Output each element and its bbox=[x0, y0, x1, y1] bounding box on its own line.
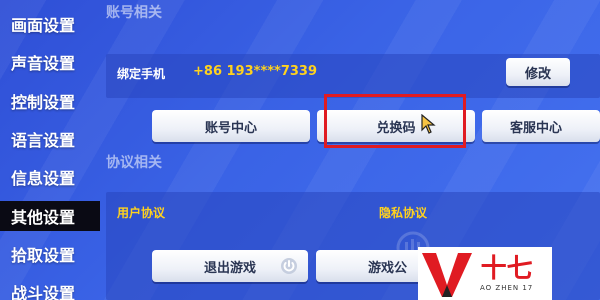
power-icon bbox=[281, 258, 297, 274]
sidebar-item-sound[interactable]: 声音设置 bbox=[0, 47, 100, 77]
sidebar-item-controls[interactable]: 控制设置 bbox=[0, 86, 100, 116]
privacy-agreement-link[interactable]: 隐私协议 bbox=[379, 204, 427, 221]
site-logo: 十七 AO ZHEN 17 bbox=[418, 247, 552, 300]
account-center-button[interactable]: 账号中心 bbox=[152, 110, 310, 142]
game-announcement-label: 游戏公 bbox=[368, 260, 408, 276]
account-section-title: 账号相关 bbox=[106, 5, 162, 21]
bind-phone-label: 绑定手机 bbox=[117, 67, 166, 81]
mouse-cursor-icon bbox=[421, 114, 436, 134]
sidebar-item-display[interactable]: 画面设置 bbox=[0, 9, 100, 39]
protocol-section-title: 协议相关 bbox=[106, 155, 162, 171]
game-announcement-button[interactable]: 游戏公 bbox=[316, 250, 426, 282]
redeem-code-button[interactable]: 兑换码 bbox=[317, 110, 475, 142]
sidebar-item-info[interactable]: 信息设置 bbox=[0, 162, 100, 192]
account-center-label: 账号中心 bbox=[204, 120, 257, 136]
customer-service-button[interactable]: 客服中心 bbox=[482, 110, 600, 142]
logo-english-text: AO ZHEN 17 bbox=[480, 283, 534, 292]
logo-chinese-text: 十七 bbox=[480, 253, 533, 284]
redeem-code-label: 兑换码 bbox=[376, 120, 416, 136]
modify-phone-button[interactable]: 修改 bbox=[506, 58, 570, 86]
sidebar-item-other[interactable]: 其他设置 bbox=[0, 201, 100, 231]
exit-game-button[interactable]: 退出游戏 bbox=[152, 250, 308, 282]
sidebar-item-pickup[interactable]: 拾取设置 bbox=[0, 239, 100, 269]
user-agreement-link[interactable]: 用户协议 bbox=[117, 204, 165, 221]
phone-number-value: +86 193****7339 bbox=[193, 64, 318, 79]
logo-v-mark-icon bbox=[422, 253, 472, 297]
settings-sidebar: 画面设置 声音设置 控制设置 语言设置 信息设置 其他设置 拾取设置 战斗设置 bbox=[0, 0, 100, 300]
customer-service-label: 客服中心 bbox=[510, 120, 563, 136]
sidebar-item-language[interactable]: 语言设置 bbox=[0, 124, 100, 154]
exit-game-label: 退出游戏 bbox=[203, 260, 256, 276]
sidebar-item-combat[interactable]: 战斗设置 bbox=[0, 277, 100, 300]
